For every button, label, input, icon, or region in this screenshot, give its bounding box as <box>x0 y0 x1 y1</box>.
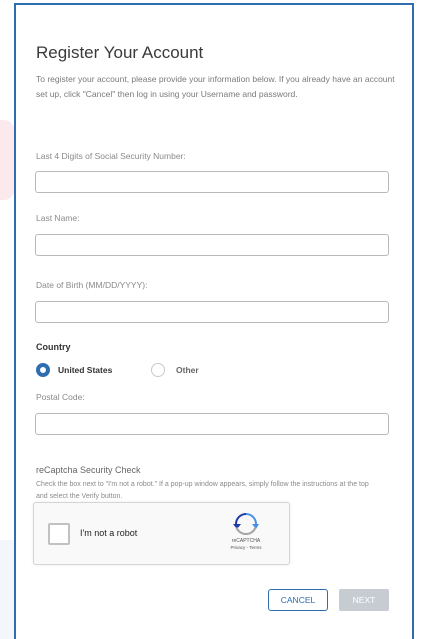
postal-code-label: Postal Code: <box>36 392 85 402</box>
recaptcha-privacy-terms-link[interactable]: Privacy - Terms <box>220 545 272 550</box>
cancel-button[interactable]: CANCEL <box>268 589 328 611</box>
recaptcha-description: Check the box next to "I'm not a robot."… <box>36 481 369 500</box>
postal-code-input[interactable] <box>35 413 389 435</box>
recaptcha-title: reCaptcha Security Check <box>36 465 141 475</box>
page-margin <box>416 0 435 639</box>
ssn-input[interactable] <box>35 171 389 193</box>
recaptcha-checkbox[interactable] <box>48 523 70 545</box>
registration-card: Register Your Account To register your a… <box>14 3 414 639</box>
radio-united-states[interactable] <box>36 363 50 377</box>
background-decoration <box>0 540 14 639</box>
intro-text: To register your account, please provide… <box>36 74 395 99</box>
dob-label: Date of Birth (MM/DD/YYYY): <box>36 280 148 290</box>
next-button[interactable]: NEXT <box>339 589 389 611</box>
recaptcha-checkbox-label: I'm not a robot <box>80 528 138 538</box>
radio-united-states-label[interactable]: United States <box>58 365 112 375</box>
radio-other[interactable] <box>151 363 165 377</box>
page-title: Register Your Account <box>36 43 204 62</box>
recaptcha-brand: reCAPTCHA <box>231 538 261 544</box>
last-name-input[interactable] <box>35 234 389 256</box>
dob-input[interactable] <box>35 301 389 323</box>
last-name-label: Last Name: <box>36 213 80 223</box>
ssn-label: Last 4 Digits of Social Security Number: <box>36 151 186 161</box>
country-label: Country <box>36 342 71 352</box>
recaptcha-logo-icon <box>233 513 259 535</box>
background-decoration <box>0 120 14 200</box>
radio-other-label[interactable]: Other <box>176 365 199 375</box>
recaptcha-widget: I'm not a robot reCAPTCHA Privacy - Term… <box>33 502 290 565</box>
